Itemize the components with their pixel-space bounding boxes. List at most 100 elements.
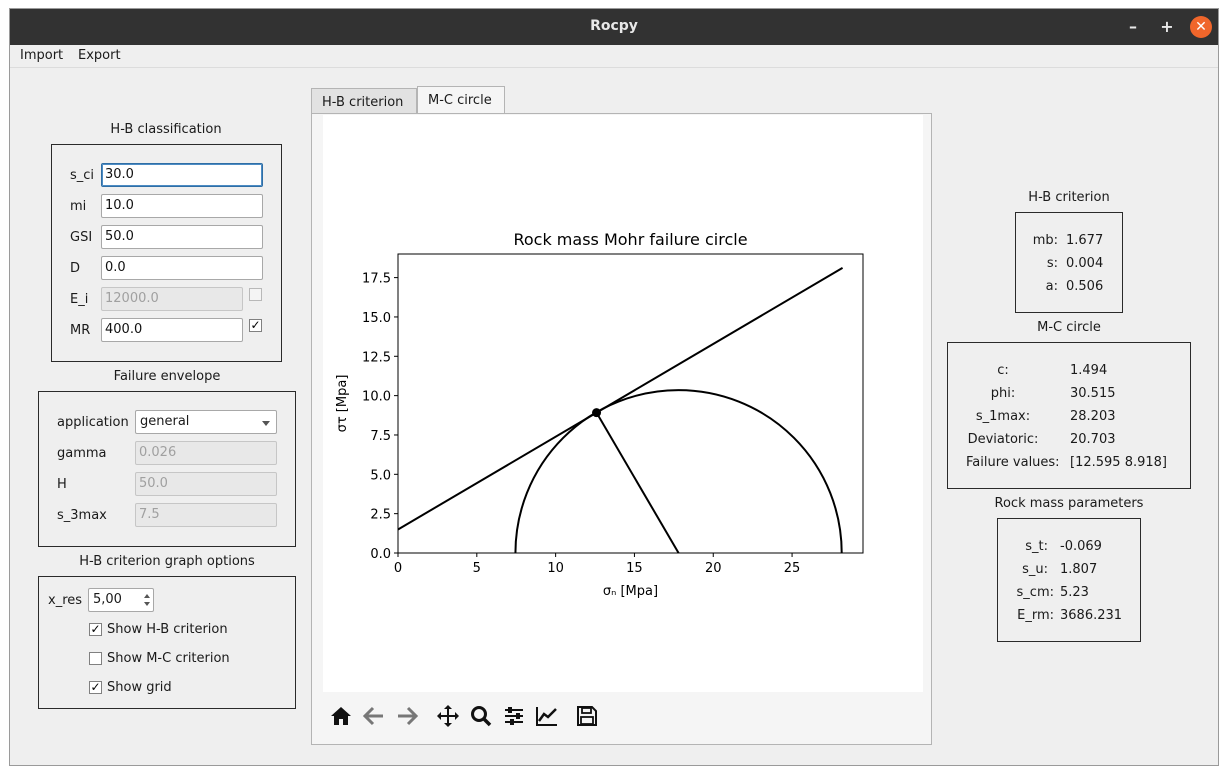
rock-mass-title: Rock mass parameters	[994, 496, 1144, 511]
mi-input[interactable]: 10.0	[101, 194, 263, 218]
x-tick-label: 0	[394, 561, 402, 576]
chevron-down-icon	[262, 421, 270, 426]
radius-line-series	[595, 412, 680, 554]
save-icon[interactable]	[575, 704, 599, 728]
scm-value: 5.23	[1060, 585, 1089, 600]
failure-envelope-series	[397, 266, 844, 531]
su-value: 1.807	[1060, 562, 1098, 577]
su-label: s_u:	[1022, 562, 1048, 577]
rock-mass-group: s_t: -0.069 s_u: 1.807 s_cm: 5.23 E_rm: …	[997, 518, 1141, 642]
s-label: s:	[1046, 256, 1058, 271]
y-tick-label: 10.0	[362, 390, 391, 405]
pan-icon[interactable]	[436, 704, 460, 728]
configure-subplots-icon[interactable]	[502, 704, 526, 728]
h-input[interactable]: 50.0	[135, 472, 277, 496]
application-value: general	[140, 414, 190, 429]
tab-hb-criterion[interactable]: H-B criterion	[311, 88, 417, 116]
zoom-icon[interactable]	[469, 704, 493, 728]
x-tick-label: 15	[626, 561, 643, 576]
x-tick-label: 10	[547, 561, 564, 576]
scm-label: s_cm:	[1016, 585, 1054, 600]
mr-input[interactable]: 400.0	[101, 318, 243, 342]
erm-label: E_rm:	[1017, 608, 1054, 623]
hb-criterion-title: H-B criterion	[1028, 190, 1110, 205]
mb-label: mb:	[1032, 233, 1058, 248]
a-label: a:	[1045, 279, 1058, 294]
application-select[interactable]: general	[135, 410, 277, 434]
y-axis-label: στ [Mpa]	[335, 375, 350, 433]
gsi-label: GSI	[70, 230, 93, 245]
erm-value: 3686.231	[1060, 608, 1123, 623]
close-button[interactable]: ✕	[1190, 16, 1212, 38]
deviatoric-value: 20.703	[1070, 432, 1116, 447]
spin-up-icon[interactable]	[144, 594, 150, 598]
x-tick-label: 25	[784, 561, 801, 576]
edit-axis-icon[interactable]	[535, 704, 559, 728]
mb-value: 1.677	[1066, 233, 1104, 248]
show-grid-checkbox[interactable]: ✓	[89, 681, 102, 694]
s3max-label: s_3max	[57, 508, 107, 523]
forward-arrow-icon[interactable]	[395, 704, 419, 728]
d-input[interactable]: 0.0	[101, 256, 263, 280]
title-bar: Rocpy – + ✕	[10, 9, 1218, 45]
h-label: H	[57, 477, 67, 492]
xres-spinbox[interactable]: 5,00	[88, 588, 154, 612]
home-icon[interactable]	[329, 704, 353, 728]
spin-down-icon[interactable]	[144, 602, 150, 606]
show-mc-checkbox[interactable]	[89, 652, 102, 665]
a-value: 0.506	[1066, 279, 1104, 294]
s1max-label: s_1max:	[975, 409, 1031, 424]
st-label: s_t:	[1025, 539, 1048, 554]
y-tick-label: 5.0	[370, 468, 391, 483]
menu-bar: Import Export	[10, 45, 1218, 68]
ei-label: E_i	[70, 292, 89, 307]
tangent-point	[592, 408, 602, 418]
sci-input[interactable]: 30.0	[101, 163, 263, 187]
deviatoric-label: Deviatoric:	[967, 432, 1039, 447]
graph-options-title: H-B criterion graph options	[79, 554, 255, 569]
hb-criterion-group: mb: 1.677 s: 0.004 a: 0.506	[1015, 212, 1123, 313]
tab-panel: 0 5 10 15 20 25 0.0 2.5 5.0 7.5 10.0 12.5 15.0 17.5 Ro…	[311, 113, 932, 745]
st-value: -0.069	[1060, 539, 1102, 554]
c-label: c:	[997, 363, 1009, 378]
maximize-button[interactable]: +	[1156, 16, 1178, 38]
gsi-input[interactable]: 50.0	[101, 225, 263, 249]
plot-canvas[interactable]: 0 5 10 15 20 25 0.0 2.5 5.0 7.5 10.0 12.5 15.0 17.5 Ro…	[323, 115, 923, 692]
x-tick-label: 5	[473, 561, 481, 576]
gamma-input[interactable]: 0.026	[135, 441, 277, 465]
show-grid-label: Show grid	[107, 680, 172, 695]
show-hb-label: Show H-B criterion	[107, 622, 228, 637]
menu-export[interactable]: Export	[78, 48, 121, 63]
y-tick-label: 15.0	[362, 311, 391, 326]
tab-mc-circle[interactable]: M-C circle	[417, 86, 505, 115]
ei-checkbox[interactable]	[249, 288, 262, 301]
application-label: application	[57, 415, 129, 430]
mi-label: mi	[70, 199, 87, 214]
failure-values-value: [12.595 8.918]	[1070, 455, 1167, 470]
back-arrow-icon[interactable]	[362, 704, 386, 728]
s3max-input[interactable]: 7.5	[135, 503, 277, 527]
failure-envelope-group: application general gamma 0.026 H 50.0 s…	[38, 391, 296, 547]
minimize-button[interactable]: –	[1122, 16, 1144, 38]
mohr-circle-series	[514, 389, 843, 553]
show-hb-checkbox[interactable]: ✓	[89, 623, 102, 636]
phi-label: phi:	[990, 386, 1016, 401]
mr-checkbox[interactable]: ✓	[249, 319, 262, 332]
y-tick-label: 17.5	[362, 272, 391, 287]
mc-circle-title: M-C circle	[1037, 320, 1101, 335]
ei-input[interactable]: 12000.0	[101, 287, 243, 311]
d-label: D	[70, 261, 81, 276]
y-tick-label: 7.5	[370, 429, 391, 444]
y-tick-label: 0.0	[370, 547, 391, 562]
mc-circle-group: c: 1.494 phi: 30.515 s_1max: 28.203 Devi…	[947, 342, 1191, 489]
mr-label: MR	[70, 323, 91, 338]
gamma-label: gamma	[57, 446, 107, 461]
s-value: 0.004	[1066, 256, 1104, 271]
xres-value: 5,00	[93, 592, 122, 607]
c-value: 1.494	[1070, 363, 1108, 378]
graph-options-group: x_res 5,00 ✓ Show H-B criterion Show M-C…	[38, 576, 296, 709]
chart-title: Rock mass Mohr failure circle	[513, 230, 747, 249]
phi-value: 30.515	[1070, 386, 1116, 401]
failure-envelope-title: Failure envelope	[113, 369, 221, 384]
menu-import[interactable]: Import	[20, 48, 63, 63]
